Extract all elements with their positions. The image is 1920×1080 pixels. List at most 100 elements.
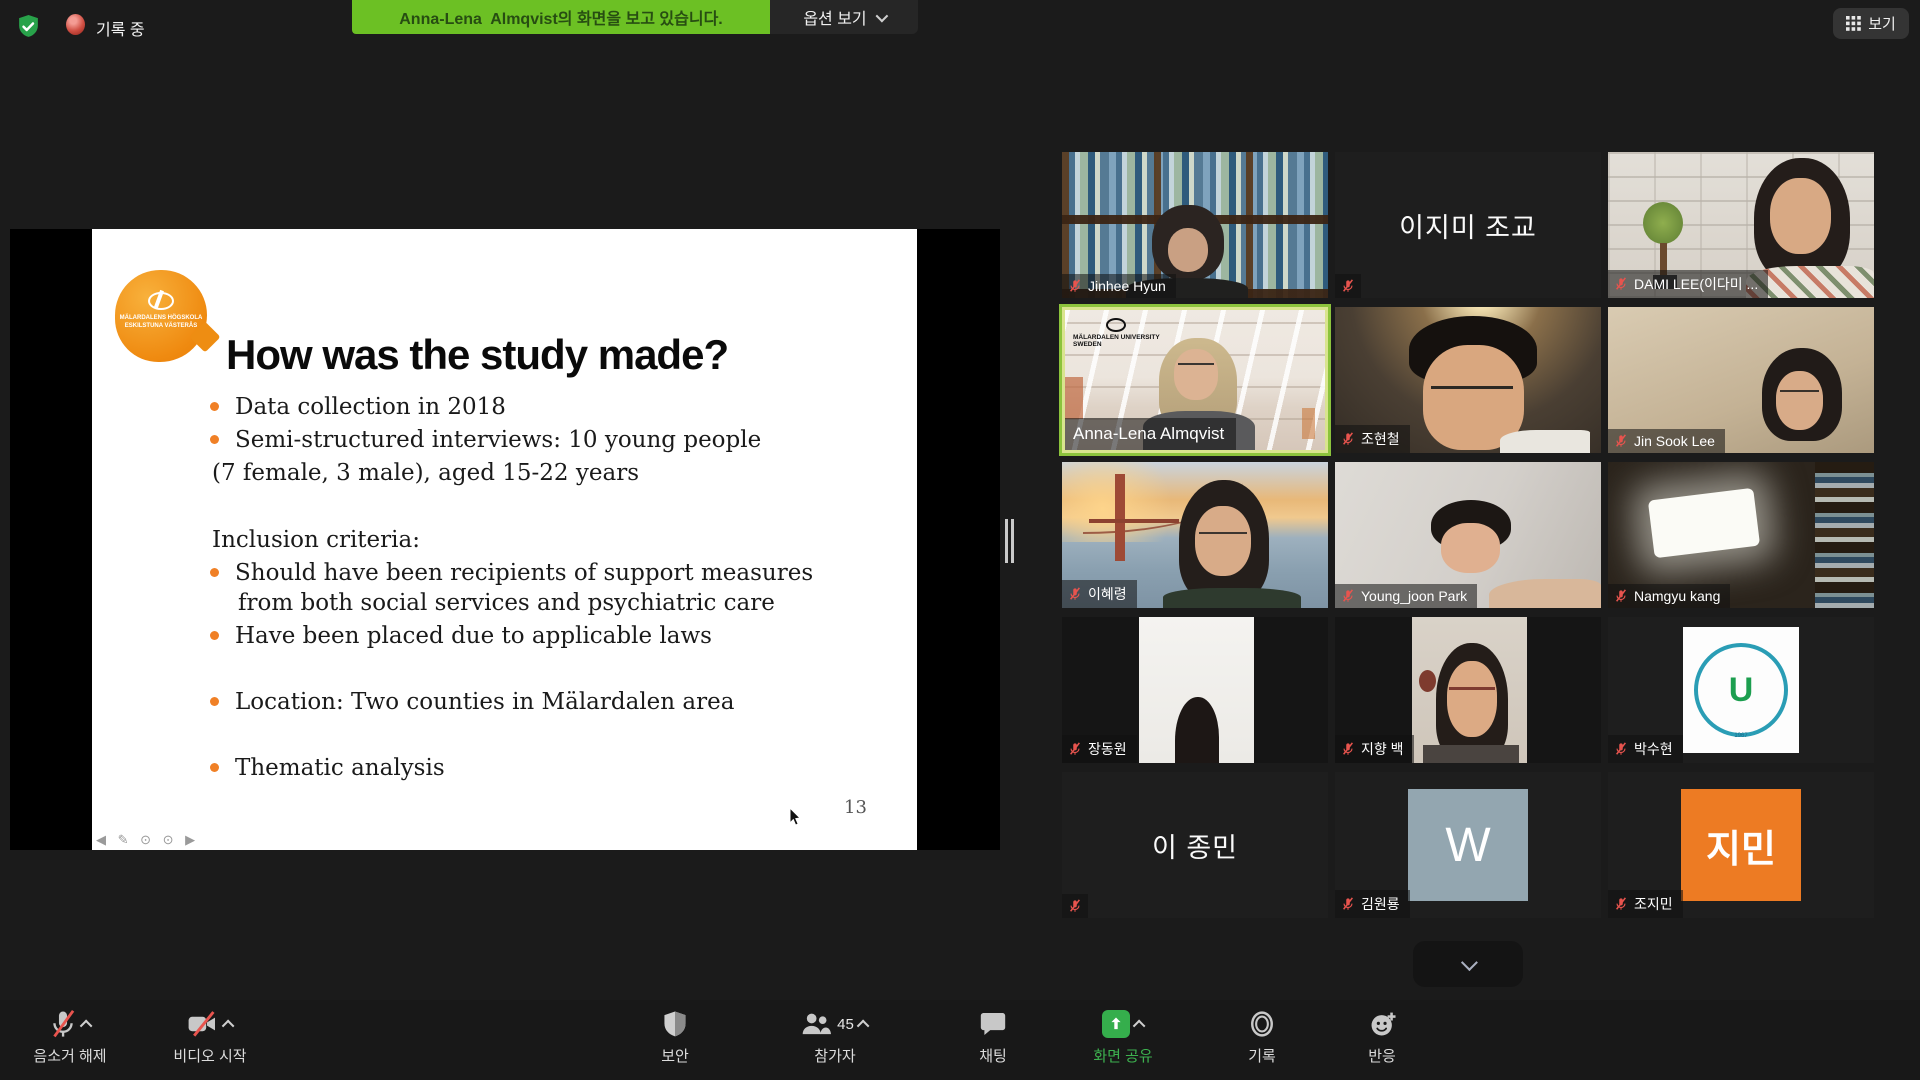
name-label: 장동원 <box>1062 735 1137 763</box>
malardalen-university-logo: MÄLARDALEN UNIVERSITYSWEDEN <box>1073 318 1160 348</box>
muted-mic-icon <box>1341 742 1355 756</box>
view-button[interactable]: 보기 <box>1833 8 1909 39</box>
participant-name: 이혜령 <box>1088 584 1127 604</box>
encryption-shield-icon <box>16 14 41 39</box>
record-button[interactable]: 기록 <box>1207 1008 1317 1066</box>
name-label: Namgyu kang <box>1608 584 1730 608</box>
chat-button[interactable]: 채팅 <box>938 1008 1048 1066</box>
reactions-button[interactable]: 반응 <box>1327 1008 1437 1066</box>
view-button-label: 보기 <box>1868 13 1896 34</box>
bullet-dot <box>210 697 219 706</box>
muted-mic-icon <box>1614 434 1628 448</box>
muted-mic-icon <box>1614 277 1628 291</box>
participant-name: 조지민 <box>1634 894 1673 914</box>
video-tile-jo-jimin[interactable]: 지민 조지민 <box>1608 772 1874 918</box>
logo-year: 1967 <box>1734 733 1747 739</box>
mdh-logo-text: MÄLARDALENS HÖGSKOLAESKILSTUNA VÄSTERÅS <box>115 314 207 330</box>
participant-name: 조현철 <box>1361 429 1400 449</box>
start-video-label: 비디오 시작 <box>173 1045 246 1066</box>
slide-text-line: (7 female, 3 male), aged 15-22 years <box>212 460 639 486</box>
collapse-grid-button[interactable] <box>1413 941 1523 987</box>
mouse-cursor <box>789 807 803 827</box>
recording-indicator-icon <box>66 14 85 35</box>
security-shield-icon <box>662 1010 688 1038</box>
name-label: 지향 백 <box>1335 735 1414 763</box>
video-tile-namgyu-kang[interactable]: Namgyu kang <box>1608 462 1874 608</box>
bullet-dot <box>210 631 219 640</box>
video-tile-jin-sook-lee[interactable]: Jin Sook Lee <box>1608 307 1874 453</box>
video-tile-lee-hyeryeong[interactable]: 이혜령 <box>1062 462 1328 608</box>
slide-title: How was the study made? <box>226 331 728 379</box>
video-options-chevron[interactable] <box>221 1019 234 1032</box>
slide-bullet: Have been placed due to applicable laws <box>210 623 712 649</box>
chevron-down-icon <box>875 9 888 22</box>
participants-count: 45 <box>837 1016 854 1033</box>
mute-badge <box>1335 274 1361 298</box>
video-tile-jihyang-baek[interactable]: 지향 백 <box>1335 617 1601 763</box>
security-label: 보안 <box>661 1045 689 1066</box>
participant-name-text: 이 종민 <box>1062 772 1328 918</box>
avatar: 지민 <box>1681 789 1801 901</box>
name-label: Jin Sook Lee <box>1608 429 1725 453</box>
muted-mic-icon <box>1068 279 1082 293</box>
video-tile-lee-jongmin[interactable]: 이 종민 <box>1062 772 1328 918</box>
view-options-button[interactable]: 옵션 보기 <box>770 0 918 34</box>
video-tile-leejimi[interactable]: 이지미 조교 <box>1335 152 1601 298</box>
participant-name: 장동원 <box>1088 739 1127 759</box>
reactions-label: 반응 <box>1368 1045 1396 1066</box>
name-label: 박수현 <box>1608 735 1683 763</box>
muted-mic-icon <box>1341 279 1355 293</box>
slide-bullet: Semi-structured interviews: 10 young peo… <box>210 427 761 453</box>
record-icon <box>1249 1010 1275 1038</box>
camera-off-icon <box>187 1010 219 1038</box>
video-tile-cho-hyunchul[interactable]: 조현철 <box>1335 307 1601 453</box>
participant-name: 박수현 <box>1634 739 1673 759</box>
participants-label: 참가자 <box>814 1045 855 1066</box>
chevron-down-icon <box>1461 954 1478 971</box>
viewing-screen-banner: Anna-Lena Almqvist의 화면을 보고 있습니다. <box>352 0 770 34</box>
association-logo-card: U 1967 <box>1683 627 1799 753</box>
muted-mic-icon <box>1614 897 1628 911</box>
video-tile-park-suhyun[interactable]: U 1967 박수현 <box>1608 617 1874 763</box>
name-label: 조현철 <box>1335 425 1410 453</box>
name-label: 김원룡 <box>1335 890 1410 918</box>
panel-resize-handle[interactable] <box>1005 519 1015 563</box>
slide-bullet: Data collection in 2018 <box>210 394 506 420</box>
avatar: W <box>1408 789 1528 901</box>
chat-label: 채팅 <box>979 1045 1007 1066</box>
share-screen-icon <box>1102 1010 1130 1038</box>
share-screen-button[interactable]: 화면 공유 <box>1068 1008 1178 1066</box>
mute-badge <box>1062 894 1088 918</box>
video-tile-kim-wonryong[interactable]: W 김원룡 <box>1335 772 1601 918</box>
slide-page-number: 13 <box>844 797 867 818</box>
video-tile-jang-dongwon[interactable]: 장동원 <box>1062 617 1328 763</box>
slide-bullet: Should have been recipients of support m… <box>210 560 813 586</box>
share-options-chevron[interactable] <box>1132 1019 1145 1032</box>
participant-name-text: 이지미 조교 <box>1335 152 1601 298</box>
mic-options-chevron[interactable] <box>79 1019 92 1032</box>
participants-options-chevron[interactable] <box>857 1019 870 1032</box>
video-tile-young-joon-park[interactable]: Young_joon Park <box>1335 462 1601 608</box>
name-label: Young_joon Park <box>1335 584 1477 608</box>
slide-bullet: Location: Two counties in Mälardalen are… <box>210 689 734 715</box>
bullet-dot <box>210 763 219 772</box>
participant-name: Jin Sook Lee <box>1634 433 1715 449</box>
security-button[interactable]: 보안 <box>620 1008 730 1066</box>
shared-screen-area: MÄLARDALENS HÖGSKOLAESKILSTUNA VÄSTERÅS … <box>10 229 1000 850</box>
grid-view-icon <box>1846 16 1861 31</box>
slide-bullet: Thematic analysis <box>210 755 445 781</box>
video-tile-jinhee-hyun[interactable]: Jinhee Hyun <box>1062 152 1328 298</box>
participants-button[interactable]: 45 참가자 <box>780 1008 890 1066</box>
view-options-label: 옵션 보기 <box>803 5 866 29</box>
start-video-button[interactable]: 비디오 시작 <box>155 1008 265 1066</box>
muted-mic-icon <box>1614 742 1628 756</box>
participant-name: Young_joon Park <box>1361 588 1467 604</box>
participant-name: 김원룡 <box>1361 894 1400 914</box>
bullet-dot <box>210 568 219 577</box>
participant-grid: Jinhee Hyun 이지미 조교 DAMI LEE(이다미 ... <box>1062 152 1874 918</box>
video-tile-dami-lee[interactable]: DAMI LEE(이다미 ... <box>1608 152 1874 298</box>
video-tile-anna-lena-almqvist-active-speaker[interactable]: MÄLARDALEN UNIVERSITYSWEDEN Anna-Lena Al… <box>1062 307 1328 453</box>
presenter-navigation-controls[interactable]: ◀ ✎ ⊙ ⊙ ▶ <box>96 832 199 848</box>
unmute-button[interactable]: 음소거 해제 <box>15 1008 125 1066</box>
mdh-university-logo: MÄLARDALENS HÖGSKOLAESKILSTUNA VÄSTERÅS <box>115 270 207 362</box>
